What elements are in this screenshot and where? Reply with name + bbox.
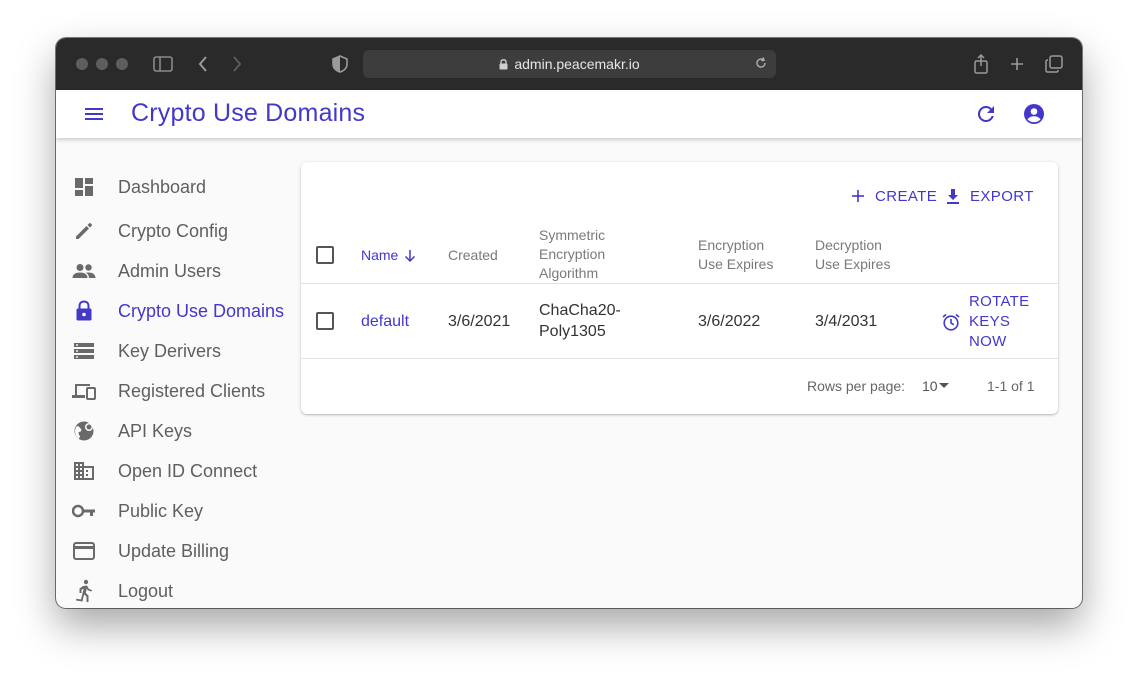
encryption-expires-cell: 3/6/2022 [698,313,761,330]
row-checkbox[interactable] [316,312,334,330]
lock-icon [72,299,96,323]
rotate-label-line: ROTATE [969,293,1030,310]
sidebar-item-label: Update Billing [118,540,230,561]
column-header-encryption-expires[interactable]: Encryption Use Expires [698,236,773,274]
refresh-icon[interactable] [974,102,998,126]
sidebar-item-logout[interactable]: Logout [56,571,296,608]
column-header-text: Decryption [815,237,882,253]
running-person-icon [72,579,96,603]
forward-icon[interactable] [226,53,248,75]
sidebar-item-admin-users[interactable]: Admin Users [56,251,296,291]
sidebar-item-api-keys[interactable]: API Keys [56,411,296,451]
plus-icon [849,187,867,205]
created-cell: 3/6/2021 [448,313,511,330]
row-divider [301,358,1058,359]
arrow-down-icon [404,249,416,263]
tab-overview-icon[interactable] [1043,53,1065,75]
account-circle-icon[interactable] [1022,102,1046,126]
algorithm-text: ChaCha20- [539,302,621,319]
zoom-window-button[interactable] [116,58,128,70]
pencil-icon [72,219,96,243]
sidebar-item-label: Crypto Use Domains [118,300,285,321]
export-button-label: EXPORT [970,187,1034,205]
sidebar-toggle-icon[interactable] [152,53,174,75]
create-button[interactable]: CREATE [849,184,937,208]
app-bar: Crypto Use Domains [56,90,1082,138]
storage-icon [72,339,96,363]
rotate-label-line: KEYS [969,313,1011,330]
address-bar[interactable]: admin.peacemakr.io [363,50,776,78]
back-icon[interactable] [192,53,214,75]
column-header-created[interactable]: Created [448,246,498,265]
privacy-shield-icon[interactable] [329,53,351,75]
column-header-text: Use Expires [815,256,891,272]
sidebar-item-crypto-use-domains[interactable]: Crypto Use Domains [56,291,296,331]
close-window-button[interactable] [76,58,88,70]
sidebar-item-label: API Keys [118,420,193,441]
sidebar-item-open-id-connect[interactable]: Open ID Connect [56,451,296,491]
algorithm-text: Poly1305 [539,323,606,340]
sidebar-item-key-derivers[interactable]: Key Derivers [56,331,296,371]
rows-per-page-label: Rows per page: [807,378,906,394]
credit-card-icon [72,539,96,563]
sidebar-item-registered-clients[interactable]: Registered Clients [56,371,296,411]
reload-icon[interactable] [754,56,768,73]
alarm-clock-icon [941,312,961,332]
column-header-text: Use Expires [698,256,774,272]
rotate-label-line: NOW [969,333,1007,350]
page-title: Crypto Use Domains [131,99,366,127]
domain-name-link[interactable]: default [361,311,409,332]
menu-icon[interactable] [82,102,106,126]
column-header-name[interactable]: Name [361,246,416,265]
lock-icon [499,58,508,70]
column-header-text: Encryption [539,246,606,262]
new-tab-icon[interactable] [1006,53,1028,75]
create-button-label: CREATE [875,187,938,205]
sidebar-item-dashboard[interactable]: Dashboard [56,167,296,207]
select-all-checkbox[interactable] [316,246,334,264]
column-header-text: Encryption [698,237,765,253]
sidebar-item-label: Public Key [118,500,204,521]
dropdown-arrow-icon [938,383,949,389]
pagination-range: 1-1 of 1 [987,378,1035,394]
sidebar-item-crypto-config[interactable]: Crypto Config [56,211,296,251]
column-header-name-label: Name [361,247,399,263]
rotate-keys-now-label: ROTATE KEYS NOW [969,292,1029,352]
sidebar-item-label: Registered Clients [118,380,266,401]
sidebar-item-public-key[interactable]: Public Key [56,491,296,531]
devices-icon [72,379,96,403]
minimize-window-button[interactable] [96,58,108,70]
column-header-decryption-expires[interactable]: Decryption Use Expires [815,236,890,274]
export-button[interactable]: EXPORT [944,184,1034,208]
people-icon [72,259,96,283]
sidebar-item-label: Admin Users [118,260,222,281]
url-text: admin.peacemakr.io [514,56,640,72]
domains-table-card: CREATE EXPORT Name Created Symmetric Enc… [301,162,1058,414]
algorithm-cell: ChaCha20- Poly1305 [539,300,621,342]
vpn-globe-icon [72,419,96,443]
sidebar-item-label: Crypto Config [118,220,229,241]
sidebar-item-label: Key Derivers [118,340,222,361]
sidebar-item-label: Dashboard [118,176,207,197]
sidebar-item-update-billing[interactable]: Update Billing [56,531,296,571]
column-header-algorithm[interactable]: Symmetric Encryption Algorithm [539,226,605,283]
sidebar-item-label: Logout [118,580,174,601]
business-icon [72,459,96,483]
rows-per-page-select[interactable]: 10 [922,378,949,394]
dashboard-icon [72,175,96,199]
column-header-text: Algorithm [539,265,599,281]
browser-window: admin.peacemakr.io Crypto Use Domains Da… [56,38,1082,608]
column-header-text: Symmetric [539,227,606,243]
decryption-expires-cell: 3/4/2031 [815,313,878,330]
header-divider [301,283,1058,284]
rows-per-page-value: 10 [922,378,938,394]
download-icon [944,187,962,205]
key-icon [72,499,96,523]
sidebar-item-label: Open ID Connect [118,460,258,481]
share-icon[interactable] [970,53,992,75]
rotate-keys-now-button[interactable]: ROTATE KEYS NOW [941,292,1029,352]
browser-toolbar: admin.peacemakr.io [56,38,1082,90]
